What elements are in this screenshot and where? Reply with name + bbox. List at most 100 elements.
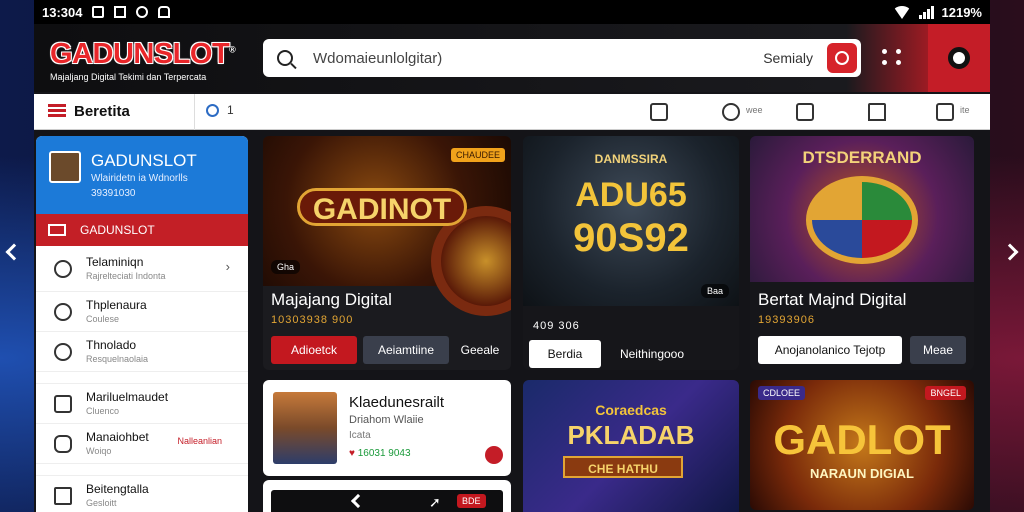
- sidebar-item-title: Thplenaura: [86, 298, 147, 312]
- game-pill: Baa: [700, 284, 729, 298]
- sidebar-item-active[interactable]: GADUNSLOT: [36, 214, 248, 246]
- settings-icon: [136, 6, 149, 18]
- top-header: GADUNSLOT® Majaljang Digital Tekimi dan …: [34, 24, 990, 92]
- photo-icon: [158, 6, 171, 18]
- toolbar: Beretita 1 wee ite: [34, 94, 990, 130]
- heart-icon: ♥: [349, 448, 358, 459]
- sidebar-divider: [36, 372, 248, 384]
- game-art-line2: CHE HATHU: [563, 456, 683, 478]
- profile-card[interactable]: GADUNSLOT Wlairidetn ia Wdnorlls 3939103…: [36, 136, 248, 214]
- sidebar-item-title: Mariluelmaudet: [86, 390, 169, 404]
- app-window: GADUNSLOT® Majaljang Digital Tekimi dan …: [34, 24, 990, 512]
- sidebar-item-sub: Cluenco: [86, 406, 120, 416]
- bookmark-icon[interactable]: [868, 103, 886, 121]
- sidebar-divider: [36, 464, 248, 476]
- notification-icon: [92, 6, 105, 18]
- favorite-button[interactable]: [485, 446, 503, 464]
- location-pin-icon[interactable]: [722, 103, 740, 121]
- game-title: Bertat Majnd Digital: [758, 290, 907, 309]
- info-card[interactable]: Klaedunesrailt Driahom Wlaiie Icata ♥ 16…: [263, 380, 511, 476]
- search-submit-button[interactable]: [827, 43, 857, 73]
- game-card-1[interactable]: GADINOT CHAUDEE Gha Majajang Digital 103…: [263, 136, 511, 370]
- sort-selector[interactable]: Semialy: [763, 50, 813, 66]
- game-card-3[interactable]: DTSDERRAND Bertat Majnd Digital 19393906…: [750, 136, 974, 370]
- status-time: 13:304: [42, 4, 83, 20]
- game-tag: CHAUDEE: [450, 148, 505, 162]
- toolbar-divider: [194, 94, 195, 130]
- edit-icon[interactable]: [796, 103, 814, 121]
- sidebar-item-title: Telaminiqn: [86, 255, 144, 269]
- sidebar-item-2[interactable]: Thplenaura Coulese: [36, 292, 248, 332]
- sidebar-item-sub: Coulese: [86, 314, 120, 324]
- game-price: 409 306: [533, 320, 580, 332]
- sidebar-active-label: GADUNSLOT: [80, 223, 155, 237]
- game-art-2: DANMSSIRA ADU65 90S92 Baa: [523, 136, 739, 306]
- info-subtitle-2: Icata: [349, 430, 371, 441]
- sidebar-item-title: Thnolado: [86, 338, 137, 352]
- sidebar-item-sub: Gesloitt: [86, 498, 117, 508]
- info-icon: [54, 343, 72, 361]
- chat-icon[interactable]: [650, 103, 668, 121]
- media-card[interactable]: ➚ BDE: [263, 480, 511, 512]
- document-icon: [54, 487, 72, 505]
- game-title: Majajang Digital: [271, 290, 392, 309]
- info-price: ♥ 16031 9043: [349, 448, 411, 459]
- search-bar[interactable]: Wdomaieunlolgitar) Semialy: [263, 39, 861, 77]
- book-label: ite: [960, 105, 970, 115]
- profile-avatar: [49, 151, 81, 183]
- game-art-line1: PKLADAB: [567, 420, 695, 450]
- play-button[interactable]: Berdia: [529, 340, 601, 368]
- sidebar-item-3[interactable]: Thnolado Resquelnaolaia: [36, 332, 248, 372]
- sidebar-item-title: Manaiohbet: [86, 430, 149, 444]
- play-button[interactable]: Anojanolanico Tejotp: [758, 336, 902, 364]
- battery-level: 1219%: [941, 4, 982, 20]
- details-button[interactable]: Meae: [910, 336, 966, 364]
- sidebar-item-4[interactable]: Mariluelmaudet Cluenco: [36, 384, 248, 424]
- game-art-3: DTSDERRAND: [750, 136, 974, 282]
- avatar-icon: [948, 47, 970, 69]
- info-subtitle: Driahom Wlaiie: [349, 414, 424, 426]
- search-icon: [277, 50, 293, 66]
- search-input[interactable]: Wdomaieunlolgitar): [313, 50, 442, 67]
- game-card-2[interactable]: DANMSSIRA ADU65 90S92 Baa 409 306 Berdia…: [523, 136, 739, 370]
- sidebar-item-sub: Resquelnaolaia: [86, 354, 149, 364]
- play-button[interactable]: Adioetck: [271, 336, 357, 364]
- author-avatar: [273, 392, 337, 464]
- sidebar: GADUNSLOT Wlairidetn ia Wdnorlls 3939103…: [36, 136, 248, 512]
- game-price: 19393906: [758, 314, 815, 326]
- game-art-title: DTSDERRAND: [802, 148, 922, 167]
- sidebar-item-1[interactable]: Telaminiqn Rajrelteciati Indonta ›: [36, 246, 248, 292]
- book-icon[interactable]: [936, 103, 954, 121]
- game-art-title: GADINOT: [297, 188, 467, 226]
- sidebar-item-sub: Woiqo: [86, 446, 112, 456]
- more-button[interactable]: Geeale: [453, 336, 507, 364]
- hamburger-menu-icon[interactable]: [48, 104, 66, 117]
- clock-icon: [54, 260, 72, 278]
- details-button[interactable]: Neithingooo: [607, 340, 697, 368]
- profile-number: 39391030: [91, 188, 136, 199]
- details-button[interactable]: Aeiamtiine: [363, 336, 449, 364]
- game-art-line1: ADU65: [575, 176, 687, 214]
- roulette-wheel: [806, 176, 918, 264]
- sidebar-item-6[interactable]: Beitengtalla Gesloitt: [36, 476, 248, 512]
- toolbar-search-icon[interactable]: [206, 104, 219, 117]
- logo-text: GADUNSLOT: [50, 38, 230, 70]
- game-art-title: GADLOT: [773, 416, 951, 463]
- wifi-icon: [892, 5, 911, 19]
- location-label: wee: [746, 105, 763, 115]
- grid-menu-icon[interactable]: [882, 49, 902, 65]
- share-icon[interactable]: ➚: [429, 494, 441, 511]
- back-icon[interactable]: [350, 493, 366, 509]
- user-avatar-button[interactable]: [928, 24, 990, 92]
- media-strip: ➚ BDE: [271, 490, 503, 512]
- chat-bubble-icon: [54, 303, 72, 321]
- toolbar-count: 1: [227, 103, 234, 117]
- game-card-6[interactable]: CDLOEE BNGEL GADLOT NARAUN DIGIAL: [750, 380, 974, 510]
- game-card-5[interactable]: Coraedcas PKLADAB CHE HATHU: [523, 380, 739, 512]
- sidebar-item-5[interactable]: Manaiohbet Woiqo Nalleanlian: [36, 424, 248, 464]
- game-tag-2: BNGEL: [925, 386, 966, 400]
- brand-logo[interactable]: GADUNSLOT® Majaljang Digital Tekimi dan …: [50, 38, 236, 82]
- logo-tagline: Majaljang Digital Tekimi dan Terpercata: [50, 72, 207, 82]
- profile-subtitle: Wlairidetn ia Wdnorlls: [91, 173, 188, 184]
- game-art-top: Coraedcas: [595, 402, 667, 418]
